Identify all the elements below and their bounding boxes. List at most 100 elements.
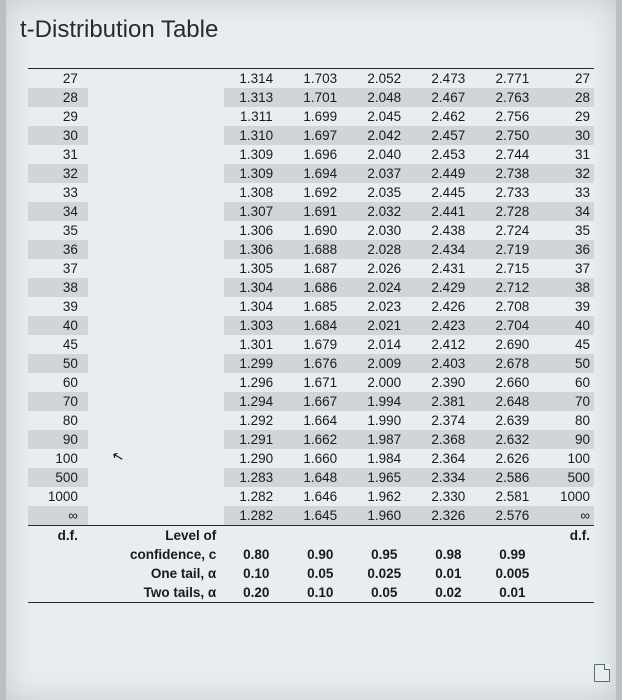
table-row: 701.2941.6671.9942.3812.64870: [28, 392, 594, 411]
footer-value: 0.90: [288, 545, 352, 564]
value-cell: 2.445: [416, 183, 480, 202]
df-right-cell: 32: [544, 164, 594, 183]
table-row: 311.3091.6962.0402.4532.74431: [28, 145, 594, 164]
value-cell: 1.965: [352, 468, 416, 487]
value-cell: 1.984: [352, 449, 416, 468]
spacer-cell: [88, 449, 224, 468]
value-cell: 2.431: [416, 259, 480, 278]
value-cell: 2.023: [352, 297, 416, 316]
spacer-cell: [88, 411, 224, 430]
value-cell: 1.307: [224, 202, 288, 221]
df-left-cell: 40: [28, 316, 88, 335]
df-right-cell: 70: [544, 392, 594, 411]
table-row: 321.3091.6942.0372.4492.73832: [28, 164, 594, 183]
df-right-cell: ∞: [544, 506, 594, 526]
footer-value: 0.02: [416, 583, 480, 603]
footer-df-label: d.f.: [28, 526, 88, 546]
spacer-cell: [88, 316, 224, 335]
value-cell: 2.728: [480, 202, 544, 221]
footer-value: [416, 526, 480, 546]
value-cell: 2.632: [480, 430, 544, 449]
value-cell: 2.364: [416, 449, 480, 468]
table-row: 1001.2901.6601.9842.3642.626100: [28, 449, 594, 468]
value-cell: 2.744: [480, 145, 544, 164]
df-right-cell: 40: [544, 316, 594, 335]
value-cell: 1.646: [288, 487, 352, 506]
value-cell: 1.291: [224, 430, 288, 449]
value-cell: 1.282: [224, 506, 288, 526]
footer-value: 0.80: [224, 545, 288, 564]
table-row: 391.3041.6852.0232.4262.70839: [28, 297, 594, 316]
value-cell: 1.994: [352, 392, 416, 411]
footer-df-label: [28, 545, 88, 564]
df-right-cell: 37: [544, 259, 594, 278]
footer-row: Two tails, α0.200.100.050.020.01: [28, 583, 594, 603]
value-cell: 1.684: [288, 316, 352, 335]
value-cell: 2.326: [416, 506, 480, 526]
spacer-cell: [88, 107, 224, 126]
value-cell: 1.308: [224, 183, 288, 202]
value-cell: 1.696: [288, 145, 352, 164]
value-cell: 1.691: [288, 202, 352, 221]
footer-value: 0.98: [416, 545, 480, 564]
df-right-cell: 29: [544, 107, 594, 126]
value-cell: 2.042: [352, 126, 416, 145]
footer-row: d.f.Level ofd.f.: [28, 526, 594, 546]
table-row: 331.3081.6922.0352.4452.73333: [28, 183, 594, 202]
df-left-cell: 31: [28, 145, 88, 164]
table-row: 10001.2821.6461.9622.3302.5811000: [28, 487, 594, 506]
footer-value: 0.20: [224, 583, 288, 603]
value-cell: 2.712: [480, 278, 544, 297]
value-cell: 1.292: [224, 411, 288, 430]
df-left-cell: 70: [28, 392, 88, 411]
value-cell: 1.676: [288, 354, 352, 373]
footer-value: 0.01: [480, 583, 544, 603]
df-left-cell: 80: [28, 411, 88, 430]
footer-value: 0.10: [288, 583, 352, 603]
spacer-cell: [88, 392, 224, 411]
footer-df-label-right: [544, 545, 594, 564]
value-cell: 2.704: [480, 316, 544, 335]
value-cell: 1.664: [288, 411, 352, 430]
df-left-cell: 34: [28, 202, 88, 221]
footer-value: [224, 526, 288, 546]
value-cell: 1.311: [224, 107, 288, 126]
spacer-cell: [88, 259, 224, 278]
value-cell: 2.052: [352, 69, 416, 89]
value-cell: 2.026: [352, 259, 416, 278]
table-row: 601.2961.6712.0002.3902.66060: [28, 373, 594, 392]
value-cell: 1.290: [224, 449, 288, 468]
value-cell: 1.690: [288, 221, 352, 240]
df-left-cell: 500: [28, 468, 88, 487]
value-cell: 2.423: [416, 316, 480, 335]
value-cell: 1.309: [224, 145, 288, 164]
df-right-cell: 36: [544, 240, 594, 259]
value-cell: 2.763: [480, 88, 544, 107]
value-cell: 2.014: [352, 335, 416, 354]
value-cell: 2.030: [352, 221, 416, 240]
value-cell: 1.960: [352, 506, 416, 526]
spacer-cell: [88, 430, 224, 449]
value-cell: 2.449: [416, 164, 480, 183]
t-distribution-table: 271.3141.7032.0522.4732.77127281.3131.70…: [28, 68, 594, 603]
df-right-cell: 27: [544, 69, 594, 89]
table-row: 291.3111.6992.0452.4622.75629: [28, 107, 594, 126]
value-cell: 2.467: [416, 88, 480, 107]
footer-df-label-right: d.f.: [544, 526, 594, 546]
df-left-cell: 1000: [28, 487, 88, 506]
footer-value: 0.10: [224, 564, 288, 583]
df-right-cell: 30: [544, 126, 594, 145]
spacer-cell: [88, 278, 224, 297]
page-icon: [594, 664, 610, 682]
table-row: 351.3061.6902.0302.4382.72435: [28, 221, 594, 240]
spacer-cell: [88, 354, 224, 373]
spacer-cell: [88, 373, 224, 392]
value-cell: 1.648: [288, 468, 352, 487]
df-right-cell: 500: [544, 468, 594, 487]
value-cell: 1.304: [224, 278, 288, 297]
footer-df-label-right: [544, 583, 594, 603]
df-left-cell: 38: [28, 278, 88, 297]
spacer-cell: [88, 240, 224, 259]
table-row: 901.2911.6621.9872.3682.63290: [28, 430, 594, 449]
value-cell: 1.305: [224, 259, 288, 278]
